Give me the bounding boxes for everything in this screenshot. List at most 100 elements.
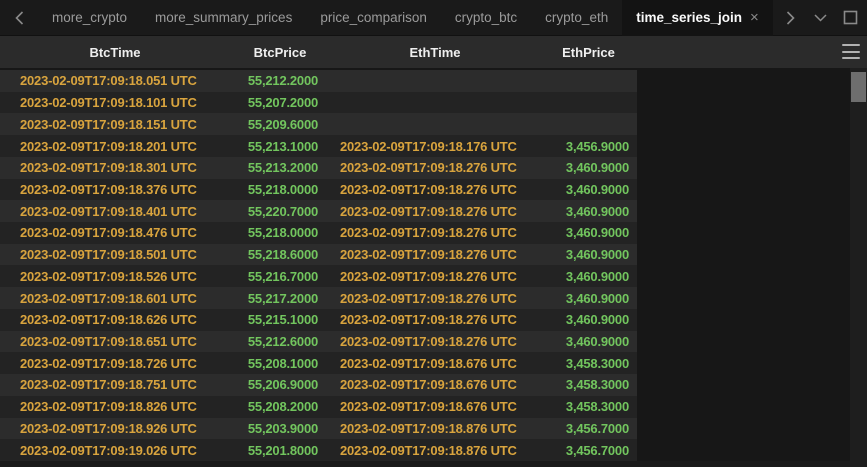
cell-ethtime[interactable]: 2023-02-09T17:09:18.676 UTC [330,399,540,414]
square-icon [843,10,858,25]
cell-btcprice[interactable]: 55,217.2000 [230,291,330,306]
cell-ethprice[interactable]: 3,460.9000 [540,247,637,262]
cell-ethtime[interactable]: 2023-02-09T17:09:18.276 UTC [330,160,540,175]
cell-ethtime[interactable]: 2023-02-09T17:09:18.276 UTC [330,204,540,219]
cell-btcprice[interactable]: 55,206.9000 [230,377,330,392]
cell-btcprice[interactable]: 55,203.9000 [230,421,330,436]
chevron-down-icon [814,14,827,22]
chevron-right-icon [786,11,795,25]
cell-btcprice[interactable]: 55,215.1000 [230,312,330,327]
cell-btctime[interactable]: 2023-02-09T17:09:18.476 UTC [0,225,230,240]
grid-menu-button[interactable] [842,44,860,59]
cell-ethtime[interactable]: 2023-02-09T17:09:18.876 UTC [330,421,540,436]
cell-btcprice[interactable]: 55,212.2000 [230,73,330,88]
cell-ethprice[interactable]: 3,456.7000 [540,421,637,436]
cell-btctime[interactable]: 2023-02-09T17:09:18.151 UTC [0,117,230,132]
cell-btcprice[interactable]: 55,218.0000 [230,225,330,240]
maximize-button[interactable] [835,0,865,36]
cell-btctime[interactable]: 2023-02-09T17:09:18.501 UTC [0,247,230,262]
cell-btcprice[interactable]: 55,209.6000 [230,117,330,132]
cell-btctime[interactable]: 2023-02-09T17:09:18.826 UTC [0,399,230,414]
cell-btcprice[interactable]: 55,207.2000 [230,95,330,110]
cell-btcprice[interactable]: 55,218.0000 [230,182,330,197]
cell-ethtime[interactable]: 2023-02-09T17:09:18.276 UTC [330,269,540,284]
cell-btctime[interactable]: 2023-02-09T17:09:18.101 UTC [0,95,230,110]
cell-btctime[interactable]: 2023-02-09T17:09:18.726 UTC [0,356,230,371]
cell-ethtime[interactable]: 2023-02-09T17:09:18.276 UTC [330,225,540,240]
cell-btcprice[interactable]: 55,212.6000 [230,334,330,349]
cell-ethtime[interactable]: 2023-02-09T17:09:18.276 UTC [330,334,540,349]
tab-bar: more_crypto more_summary_prices price_comp… [0,0,867,36]
cell-btctime[interactable]: 2023-02-09T17:09:18.526 UTC [0,269,230,284]
tab-label: more_crypto [52,10,127,25]
cell-ethtime[interactable]: 2023-02-09T17:09:18.176 UTC [330,139,540,154]
cell-ethtime[interactable]: 2023-02-09T17:09:18.276 UTC [330,291,540,306]
cell-btcprice[interactable]: 55,208.2000 [230,399,330,414]
cell-btctime[interactable]: 2023-02-09T17:09:18.601 UTC [0,291,230,306]
table-row: 2023-02-09T17:09:18.301 UTC55,213.200020… [0,157,637,179]
cell-ethprice[interactable]: 3,460.9000 [540,269,637,284]
cell-ethtime[interactable]: 2023-02-09T17:09:18.276 UTC [330,247,540,262]
cell-ethprice[interactable]: 3,456.9000 [540,139,637,154]
horizontal-scrollbar[interactable] [0,461,867,467]
cell-btctime[interactable]: 2023-02-09T17:09:18.401 UTC [0,204,230,219]
tab-time_series_join[interactable]: time_series_join × [622,0,773,36]
table-row: 2023-02-09T17:09:18.051 UTC55,212.2000 [0,70,637,92]
cell-btcprice[interactable]: 55,216.7000 [230,269,330,284]
tab-label: more_summary_prices [155,10,292,25]
cell-ethprice[interactable]: 3,456.7000 [540,443,637,458]
cell-ethprice[interactable]: 3,460.9000 [540,312,637,327]
cell-ethprice[interactable]: 3,460.9000 [540,291,637,306]
table-row: 2023-02-09T17:09:18.626 UTC55,215.100020… [0,309,637,331]
tab-crypto_btc[interactable]: crypto_btc [441,0,531,36]
cell-btctime[interactable]: 2023-02-09T17:09:18.926 UTC [0,421,230,436]
tab-more_crypto[interactable]: more_crypto [38,0,141,36]
cell-btcprice[interactable]: 55,213.2000 [230,160,330,175]
table-row: 2023-02-09T17:09:18.751 UTC55,206.900020… [0,374,637,396]
column-header-btctime: BtcTime [0,45,230,60]
grid-header: BtcTime BtcPrice EthTime EthPrice [0,36,867,68]
vertical-scrollbar-thumb[interactable] [851,72,866,102]
cell-btcprice[interactable]: 55,220.7000 [230,204,330,219]
cell-btcprice[interactable]: 55,213.1000 [230,139,330,154]
table-row: 2023-02-09T17:09:18.726 UTC55,208.100020… [0,352,637,374]
cell-btctime[interactable]: 2023-02-09T17:09:18.751 UTC [0,377,230,392]
column-header-ethprice: EthPrice [540,45,637,60]
tab-crypto_eth[interactable]: crypto_eth [531,0,622,36]
cell-ethprice[interactable]: 3,460.9000 [540,204,637,219]
cell-btctime[interactable]: 2023-02-09T17:09:18.301 UTC [0,160,230,175]
cell-btctime[interactable]: 2023-02-09T17:09:18.051 UTC [0,73,230,88]
cell-btcprice[interactable]: 55,208.1000 [230,356,330,371]
cell-ethprice[interactable]: 3,460.9000 [540,225,637,240]
cell-ethprice[interactable]: 3,458.3000 [540,377,637,392]
table-row: 2023-02-09T17:09:18.501 UTC55,218.600020… [0,244,637,266]
table-row: 2023-02-09T17:09:18.476 UTC55,218.000020… [0,222,637,244]
scroll-tabs-right-button[interactable] [775,0,805,36]
scroll-tabs-left-button[interactable] [0,0,38,36]
cell-ethprice[interactable]: 3,458.3000 [540,399,637,414]
vertical-scrollbar[interactable] [850,68,867,467]
table-row: 2023-02-09T17:09:18.926 UTC55,203.900020… [0,418,637,440]
cell-ethtime[interactable]: 2023-02-09T17:09:18.676 UTC [330,356,540,371]
cell-btcprice[interactable]: 55,218.6000 [230,247,330,262]
cell-btctime[interactable]: 2023-02-09T17:09:18.651 UTC [0,334,230,349]
cell-ethprice[interactable]: 3,460.9000 [540,160,637,175]
cell-ethprice[interactable]: 3,458.3000 [540,356,637,371]
cell-btctime[interactable]: 2023-02-09T17:09:18.626 UTC [0,312,230,327]
cell-btctime[interactable]: 2023-02-09T17:09:18.376 UTC [0,182,230,197]
table-row: 2023-02-09T17:09:18.401 UTC55,220.700020… [0,200,637,222]
cell-btctime[interactable]: 2023-02-09T17:09:18.201 UTC [0,139,230,154]
tab-list-dropdown-button[interactable] [805,0,835,36]
cell-btcprice[interactable]: 55,201.8000 [230,443,330,458]
cell-ethprice[interactable]: 3,460.9000 [540,182,637,197]
cell-ethtime[interactable]: 2023-02-09T17:09:18.876 UTC [330,443,540,458]
cell-ethtime[interactable]: 2023-02-09T17:09:18.676 UTC [330,377,540,392]
tab-label: time_series_join [636,10,742,25]
cell-ethtime[interactable]: 2023-02-09T17:09:18.276 UTC [330,312,540,327]
cell-btctime[interactable]: 2023-02-09T17:09:19.026 UTC [0,443,230,458]
cell-ethtime[interactable]: 2023-02-09T17:09:18.276 UTC [330,182,540,197]
close-tab-icon[interactable]: × [750,10,759,25]
tab-price_comparison[interactable]: price_comparison [306,0,441,36]
tab-more_summary_prices[interactable]: more_summary_prices [141,0,306,36]
cell-ethprice[interactable]: 3,460.9000 [540,334,637,349]
